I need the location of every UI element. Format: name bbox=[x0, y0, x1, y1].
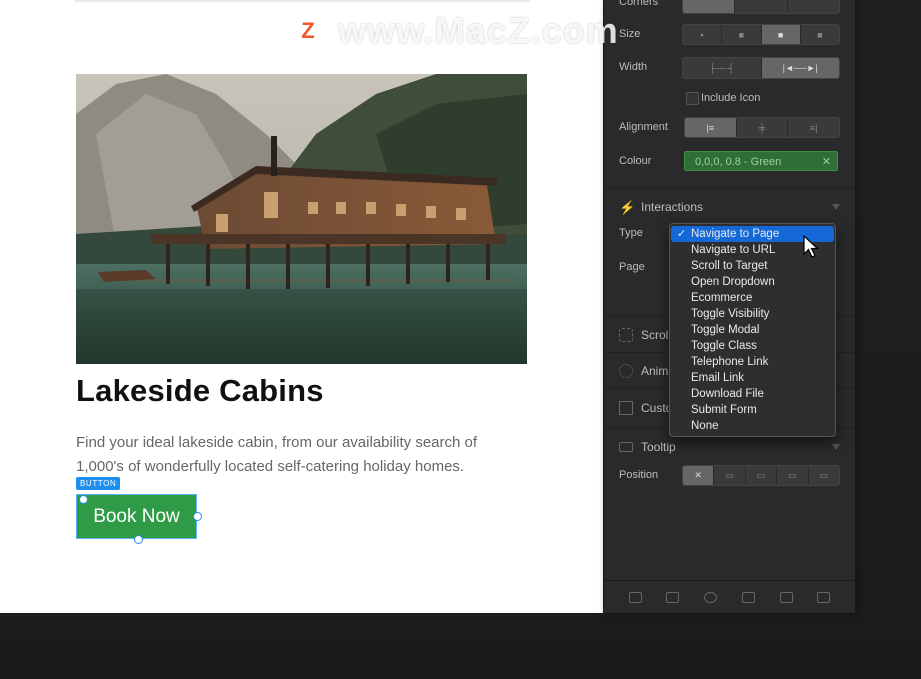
dropdown-option[interactable]: None bbox=[671, 418, 834, 434]
width-label: Width bbox=[619, 61, 648, 73]
panel-bottom-toolbar bbox=[604, 580, 855, 614]
resize-handle-top-left[interactable] bbox=[79, 495, 88, 504]
dropdown-option-label: Open Dropdown bbox=[691, 276, 775, 288]
position-right-option[interactable]: ▭ bbox=[809, 466, 839, 485]
include-icon-label[interactable]: Include Icon bbox=[701, 92, 760, 104]
selection-type-tag: BUTTON bbox=[76, 477, 121, 490]
watermark-logo: Z bbox=[290, 13, 326, 49]
colour-label: Colour bbox=[619, 155, 652, 167]
dropdown-option[interactable]: Open Dropdown bbox=[671, 274, 834, 290]
align-center-option[interactable]: ╪ bbox=[737, 118, 789, 137]
page-tab-icon[interactable] bbox=[779, 592, 793, 603]
alignment-label: Alignment bbox=[619, 121, 668, 133]
page-description[interactable]: Find your ideal lakeside cabin, from our… bbox=[76, 431, 516, 479]
corners-pill-option[interactable] bbox=[788, 0, 839, 13]
type-label: Type bbox=[619, 227, 643, 239]
design-canvas[interactable]: Lakeside Cabins Find your ideal lakeside… bbox=[0, 0, 603, 613]
tooltip-header[interactable]: Tooltip bbox=[619, 440, 676, 454]
size-s-option[interactable]: ■ bbox=[722, 25, 762, 44]
custom-header[interactable]: Custo bbox=[619, 401, 672, 415]
align-right-option[interactable]: ≡| bbox=[788, 118, 839, 137]
corners-rounded-option[interactable] bbox=[735, 0, 788, 13]
dropdown-option[interactable]: Download File bbox=[671, 386, 834, 402]
dropdown-option-label: Telephone Link bbox=[691, 356, 769, 368]
dropdown-option[interactable]: Telephone Link bbox=[671, 354, 834, 370]
tooltip-position-control[interactable]: ✕ ▭ ▭ ▭ ▭ bbox=[682, 465, 840, 486]
colour-select[interactable]: 0,0,0, 0.8 - Green ✕ bbox=[684, 151, 838, 171]
scroll-header[interactable]: Scroll bbox=[619, 328, 671, 342]
alignment-control[interactable]: |≡ ╪ ≡| bbox=[684, 117, 840, 138]
lightning-icon: ⚡ bbox=[619, 200, 636, 215]
size-l-option[interactable]: ■ bbox=[801, 25, 839, 44]
mouse-cursor-icon bbox=[803, 235, 820, 258]
position-left-option[interactable]: ▭ bbox=[714, 466, 746, 485]
canvas-divider bbox=[75, 0, 530, 2]
dropdown-option-label: Download File bbox=[691, 388, 764, 400]
colour-value: 0,0,0, 0.8 - Green bbox=[695, 156, 782, 168]
custom-attributes-icon bbox=[619, 401, 633, 415]
tooltip-label: Tooltip bbox=[641, 440, 676, 454]
dropdown-option-label: Email Link bbox=[691, 372, 745, 384]
settings-tab-icon[interactable] bbox=[628, 592, 642, 603]
watermark-text: www.MacZ.com bbox=[338, 10, 619, 51]
style-tab-icon[interactable] bbox=[704, 592, 718, 603]
dropdown-option[interactable]: Email Link bbox=[671, 370, 834, 386]
page-label: Page bbox=[619, 261, 645, 273]
dropdown-option-label: None bbox=[691, 420, 719, 432]
position-top-option[interactable]: ▭ bbox=[777, 466, 809, 485]
animation-icon bbox=[619, 364, 633, 378]
components-tab-icon[interactable] bbox=[817, 592, 831, 603]
hero-image[interactable] bbox=[76, 74, 527, 364]
dropdown-option-label: Scroll to Target bbox=[691, 260, 768, 272]
corners-square-option[interactable] bbox=[683, 0, 736, 13]
dropdown-option-label: Toggle Class bbox=[691, 340, 757, 352]
dropdown-option-label: Toggle Modal bbox=[691, 324, 760, 336]
panel-divider bbox=[604, 188, 855, 189]
size-xs-option[interactable]: ▪ bbox=[683, 25, 723, 44]
book-now-button[interactable]: Book Now bbox=[76, 494, 197, 539]
dropdown-option[interactable]: Scroll to Target bbox=[671, 258, 834, 274]
include-icon-checkbox[interactable] bbox=[686, 92, 699, 105]
position-label: Position bbox=[619, 469, 659, 481]
dropdown-option[interactable]: Submit Form bbox=[671, 402, 834, 418]
dropdown-option[interactable]: Toggle Visibility bbox=[671, 306, 834, 322]
size-control[interactable]: ▪ ■ ■ ■ bbox=[682, 24, 840, 45]
page-title[interactable]: Lakeside Cabins bbox=[76, 373, 324, 409]
image-tab-icon[interactable] bbox=[666, 592, 680, 603]
scroll-effect-icon bbox=[619, 328, 633, 342]
custom-label: Custo bbox=[641, 401, 673, 415]
dropdown-option[interactable]: Ecommerce bbox=[671, 290, 834, 306]
scroll-label: Scroll bbox=[641, 328, 672, 342]
interactions-collapse-icon[interactable] bbox=[832, 204, 840, 210]
dropdown-option[interactable]: Toggle Class bbox=[671, 338, 834, 354]
dropdown-option-label: Toggle Visibility bbox=[691, 308, 770, 320]
corners-control[interactable] bbox=[682, 0, 840, 14]
size-label: Size bbox=[619, 28, 641, 40]
checkmark-icon: ✓ bbox=[677, 228, 687, 240]
position-none-option[interactable]: ✕ bbox=[683, 466, 715, 485]
resize-handle-right[interactable] bbox=[193, 512, 202, 521]
width-auto-option[interactable]: ├·─·┤ bbox=[683, 58, 762, 78]
animation-header[interactable]: Anima bbox=[619, 364, 675, 378]
interactions-header[interactable]: ⚡ Interactions bbox=[619, 200, 704, 215]
tooltip-collapse-icon[interactable] bbox=[832, 444, 840, 450]
dropdown-option-label: Navigate to URL bbox=[691, 244, 776, 256]
align-left-option[interactable]: |≡ bbox=[685, 118, 737, 137]
tooltip-icon bbox=[619, 442, 633, 452]
dropdown-option-label: Ecommerce bbox=[691, 292, 753, 304]
width-control[interactable]: ├·─·┤ |◄──►| bbox=[682, 57, 840, 79]
dropdown-option-label: Submit Form bbox=[691, 404, 757, 416]
dropdown-option[interactable]: Toggle Modal bbox=[671, 322, 834, 338]
watermark: Z www.MacZ.com bbox=[290, 10, 619, 52]
resize-handle-bottom[interactable] bbox=[134, 535, 143, 544]
width-full-option[interactable]: |◄──►| bbox=[761, 58, 839, 78]
corners-label: Corners bbox=[619, 0, 659, 8]
dropdown-option-label: Navigate to Page bbox=[691, 228, 780, 240]
list-tab-icon[interactable] bbox=[741, 592, 755, 603]
interactions-label: Interactions bbox=[641, 200, 704, 214]
position-bottom-option[interactable]: ▭ bbox=[746, 466, 778, 485]
size-m-option[interactable]: ■ bbox=[761, 25, 801, 44]
clear-colour-icon[interactable]: ✕ bbox=[822, 152, 831, 172]
